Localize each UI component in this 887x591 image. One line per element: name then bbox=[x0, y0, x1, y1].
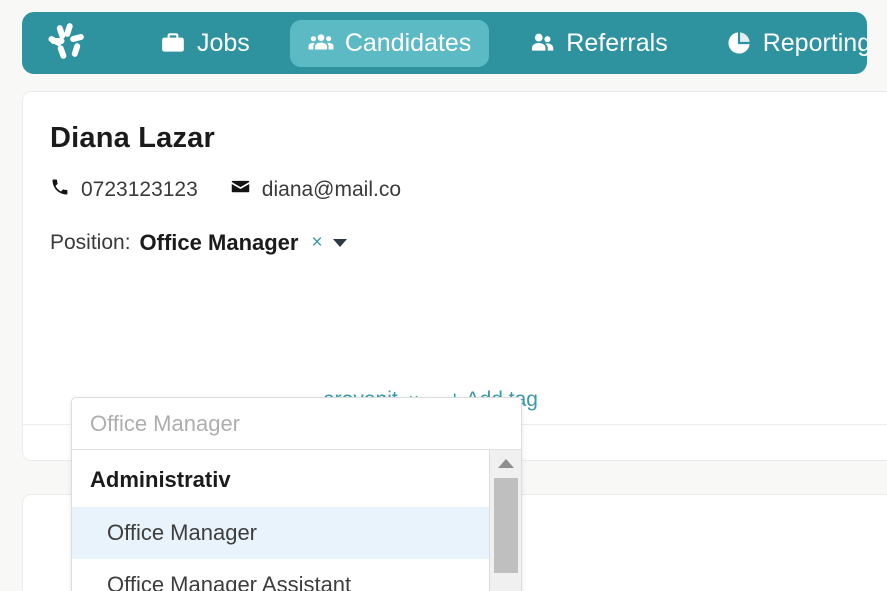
option-office-manager-assistant[interactable]: Office Manager Assistant bbox=[72, 559, 489, 591]
nav-item-reporting-label: Reporting bbox=[762, 28, 867, 57]
candidate-contact-row: 0723123123 diana@mail.co bbox=[50, 176, 887, 203]
position-row: Position: Office Manager × bbox=[50, 230, 887, 256]
nav-item-referrals-label: Referrals bbox=[566, 28, 668, 57]
position-option-list: Administrativ Office Manager Office Mana… bbox=[72, 450, 489, 591]
position-search-input[interactable] bbox=[72, 398, 521, 450]
position-dropdown: Administrativ Office Manager Office Mana… bbox=[71, 397, 522, 591]
briefcase-icon bbox=[160, 30, 186, 56]
app-logo[interactable] bbox=[38, 19, 98, 67]
candidate-email-value: diana@mail.co bbox=[261, 177, 402, 201]
envelope-icon bbox=[230, 176, 251, 203]
position-clear-button[interactable]: × bbox=[311, 232, 322, 254]
top-navigation-bar: Jobs Candidates Referrals Reporting bbox=[22, 12, 867, 74]
candidate-name: Diana Lazar bbox=[50, 122, 215, 154]
nav-item-candidates[interactable]: Candidates bbox=[289, 19, 490, 67]
nav-items: Jobs Candidates Referrals Reporting bbox=[142, 19, 867, 67]
option-group-header: Administrativ bbox=[90, 467, 231, 492]
two-people-icon bbox=[529, 30, 555, 56]
caret-down-icon[interactable] bbox=[332, 239, 347, 247]
nav-item-candidates-label: Candidates bbox=[344, 28, 472, 57]
people-group-icon bbox=[308, 30, 334, 56]
candidate-phone[interactable]: 0723123123 bbox=[50, 177, 198, 203]
nav-item-reporting[interactable]: Reporting bbox=[708, 20, 867, 67]
candidate-detail-card: Diana Lazar 0723123123 diana@mail.co Pos… bbox=[22, 91, 887, 591]
nav-item-jobs[interactable]: Jobs bbox=[142, 20, 268, 67]
pie-chart-icon bbox=[726, 30, 752, 56]
position-dropdown-body: Administrativ Office Manager Office Mana… bbox=[72, 450, 521, 591]
position-label: Position: bbox=[50, 231, 131, 254]
position-value: Office Manager bbox=[139, 230, 299, 255]
pinwheel-logo-icon bbox=[48, 23, 84, 59]
scrollbar-thumb[interactable] bbox=[494, 478, 518, 573]
option-office-manager[interactable]: Office Manager bbox=[72, 507, 489, 559]
nav-item-jobs-label: Jobs bbox=[197, 28, 250, 57]
scroll-up-arrow-icon[interactable] bbox=[490, 450, 521, 476]
candidate-email[interactable]: diana@mail.co bbox=[230, 176, 401, 203]
phone-icon bbox=[50, 177, 70, 203]
candidate-phone-value: 0723123123 bbox=[81, 177, 198, 201]
nav-item-referrals[interactable]: Referrals bbox=[511, 20, 685, 67]
top-navigation-wrapper: Jobs Candidates Referrals Reporting bbox=[0, 0, 887, 74]
dropdown-scrollbar[interactable] bbox=[489, 450, 521, 591]
